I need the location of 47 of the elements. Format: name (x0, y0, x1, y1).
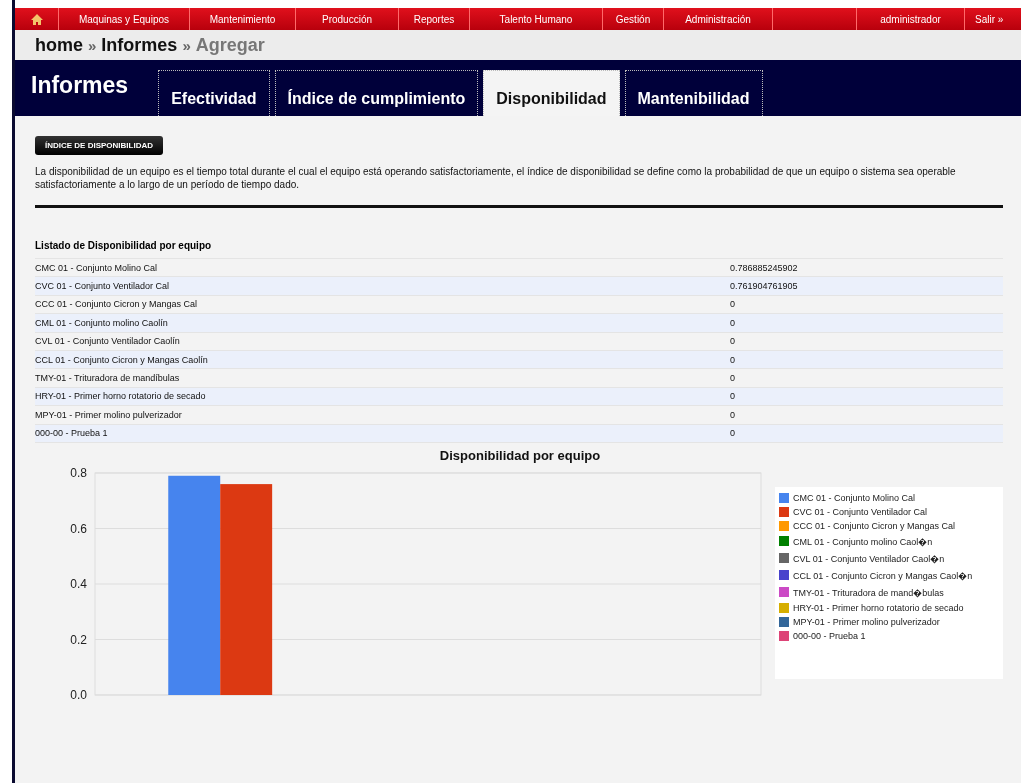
legend-label: CML 01 - Conjunto molino Caol�n (793, 535, 933, 548)
table-cell-text: CCC 01 - Conjunto Cicron y Mangas Cal (35, 299, 199, 310)
table-cell-text: CML 01 - Conjunto molino Caolín (35, 317, 169, 328)
legend-label: CVC 01 - Conjunto Ventilador Cal (793, 506, 928, 517)
table-cell-text: 0 (730, 391, 736, 402)
table-cell-text: 0 (730, 354, 736, 365)
chart-title: Disponibilidad por equipo (439, 447, 601, 463)
axis-tick-label: 0.4 (70, 576, 87, 591)
table-cell-text: CCL 01 - Conjunto Cicron y Mangas Caolín (35, 354, 209, 365)
table-cell-text: 0 (730, 409, 736, 420)
section-label: ÍNDICE DE DISPONIBILIDAD (35, 136, 163, 155)
table-cell-text: MPY-01 - Primer molino pulverizador (35, 409, 183, 420)
legend-label: 000-00 - Prueba 1 (793, 630, 866, 641)
breadcrumb-link[interactable]: Agregar (195, 34, 265, 56)
table-cell-text: 0 (730, 317, 736, 328)
legend-label: MPY-01 - Primer molino pulverizador (793, 616, 940, 627)
breadcrumb-link[interactable]: Informes (101, 34, 178, 56)
breadcrumb-separator: » (88, 36, 97, 54)
table-cell-text: 0 (730, 336, 736, 347)
table-cell-text: 0 (730, 299, 736, 310)
description-text: La disponibilidad de un equipo es el tiempo total durante el cual el equipo está operando satisfactoriamente, el índice de disponibilidad se define como la probabilidad de que un equipo o sistema sea operable satisfactoriamente a lo largo de un período de tiempo dado. (35, 165, 957, 191)
table-cell-text: HRY-01 - Primer horno rotatorio de secado (35, 391, 207, 402)
table-cell-text: CVL 01 - Conjunto Ventilador Caolín (35, 336, 181, 347)
table-cell-text: CMC 01 - Conjunto Molino Cal (35, 262, 159, 273)
tab[interactable]: Disponibilidad (483, 70, 620, 116)
table-cell-text: 000-00 - Prueba 1 (35, 428, 109, 439)
axis-tick-label: 0.0 (70, 687, 87, 702)
table-cell-text: 0 (730, 428, 736, 439)
table-cell-text: CVC 01 - Conjunto Ventilador Cal (35, 281, 171, 292)
legend-label: CCL 01 - Conjunto Cicron y Mangas Caol�n (793, 569, 973, 582)
logout-link[interactable]: Salir » (965, 8, 1021, 30)
legend-label: CVL 01 - Conjunto Ventilador Caol�n (793, 552, 945, 565)
table-title: Listado de Disponibilidad por equipo (35, 240, 1003, 259)
legend-label: CMC 01 - Conjunto Molino Cal (793, 492, 916, 503)
axis-tick-label: 0.6 (70, 521, 87, 536)
axis-tick-label: 0.8 (70, 465, 87, 480)
table-cell-text: 0 (730, 373, 736, 384)
axis-tick-label: 0.2 (70, 632, 87, 647)
legend-label: CCC 01 - Conjunto Cicron y Mangas Cal (793, 520, 956, 531)
legend-label: TMY-01 - Trituradora de mand�bulas (793, 586, 944, 599)
table-cell-text: 0.761904761905 (730, 281, 799, 292)
legend-label: HRY-01 - Primer horno rotatorio de secado (793, 602, 964, 613)
breadcrumb-separator: » (182, 36, 191, 54)
breadcrumb-link[interactable]: home (35, 34, 83, 56)
table-cell-text: TMY-01 - Trituradora de mandíbulas (35, 373, 181, 384)
page-title: Informes (31, 71, 129, 99)
table-cell-text: 0.786885245902 (730, 262, 799, 273)
